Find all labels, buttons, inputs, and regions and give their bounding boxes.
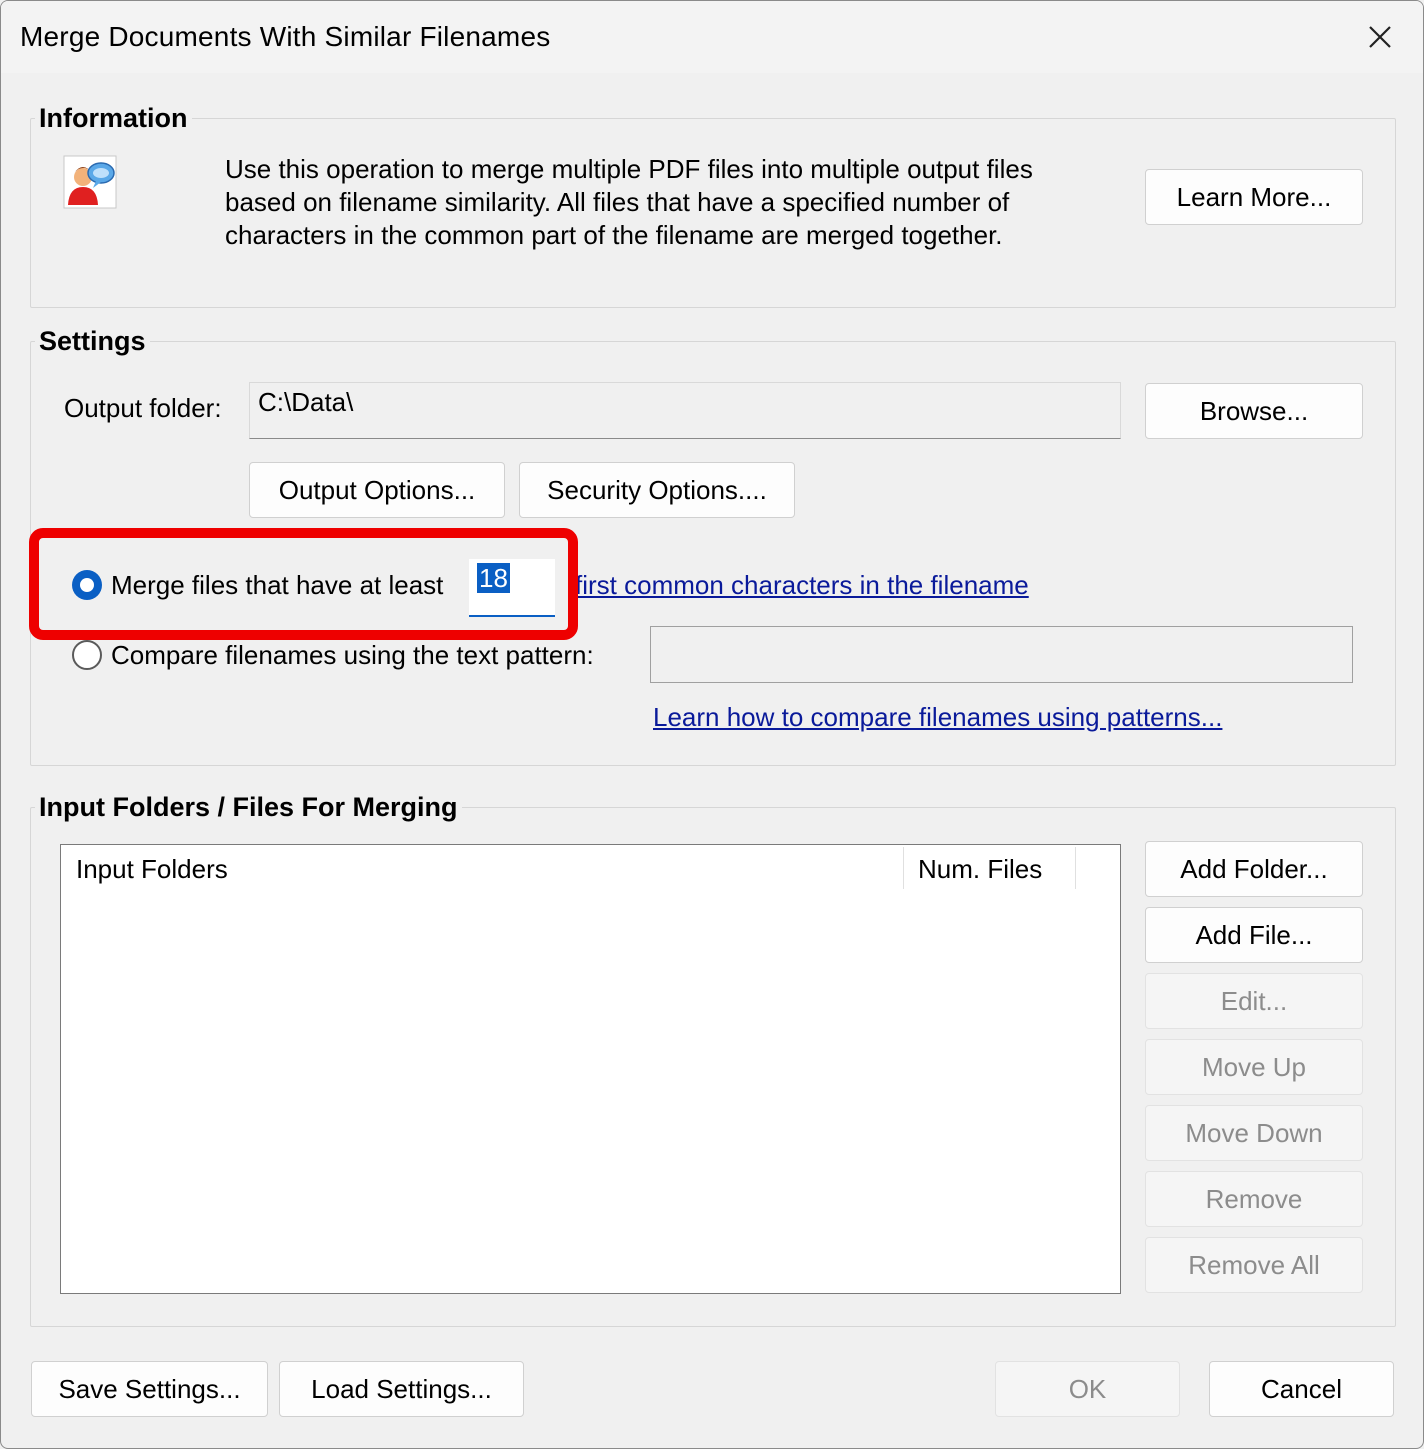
edit-button[interactable]: Edit...	[1145, 973, 1363, 1029]
input-folders-list[interactable]: Input Folders Num. Files	[60, 844, 1121, 1294]
window-title: Merge Documents With Similar Filenames	[20, 21, 551, 52]
pattern-radio-label[interactable]: Compare filenames using the text pattern…	[111, 640, 594, 671]
information-heading: Information	[35, 103, 192, 134]
info-line-1: Use this operation to merge multiple PDF…	[225, 154, 1033, 184]
column-divider	[903, 847, 904, 889]
output-folder-label: Output folder:	[64, 393, 222, 423]
output-options-button[interactable]: Output Options...	[249, 462, 505, 518]
merge-suffix-link[interactable]: first common characters in the filename	[575, 570, 1029, 601]
merge-dialog: Merge Documents With Similar Filenames I…	[0, 0, 1424, 1449]
add-folder-button[interactable]: Add Folder...	[1145, 841, 1363, 897]
pattern-help-link[interactable]: Learn how to compare filenames using pat…	[653, 702, 1222, 733]
input-heading: Input Folders / Files For Merging	[35, 792, 462, 823]
close-icon	[1369, 26, 1391, 48]
info-line-2: based on filename similarity. All files …	[225, 187, 1010, 217]
save-settings-button[interactable]: Save Settings...	[31, 1361, 268, 1417]
browse-button[interactable]: Browse...	[1145, 383, 1363, 439]
move-up-button[interactable]: Move Up	[1145, 1039, 1363, 1095]
add-file-button[interactable]: Add File...	[1145, 907, 1363, 963]
column-header-num-files[interactable]: Num. Files	[918, 854, 1042, 885]
output-folder-field[interactable]: C:\Data\	[249, 382, 1121, 439]
security-options-button[interactable]: Security Options....	[519, 462, 795, 518]
ok-button[interactable]: OK	[995, 1361, 1180, 1417]
output-folder-value: C:\Data\	[258, 387, 354, 417]
pattern-input[interactable]	[650, 626, 1353, 683]
list-header: Input Folders Num. Files	[61, 845, 1120, 891]
info-line-3: characters in the common part of the fil…	[225, 220, 1003, 250]
learn-more-button[interactable]: Learn More...	[1145, 169, 1363, 225]
pattern-radio[interactable]	[72, 640, 102, 670]
remove-all-button[interactable]: Remove All	[1145, 1237, 1363, 1293]
remove-button[interactable]: Remove	[1145, 1171, 1363, 1227]
title-bar: Merge Documents With Similar Filenames	[1, 1, 1423, 73]
cancel-button[interactable]: Cancel	[1209, 1361, 1394, 1417]
close-button[interactable]	[1353, 15, 1407, 59]
highlight-annotation	[29, 528, 578, 640]
column-header-input-folders[interactable]: Input Folders	[76, 854, 228, 885]
load-settings-button[interactable]: Load Settings...	[279, 1361, 524, 1417]
user-help-icon	[63, 155, 117, 209]
move-down-button[interactable]: Move Down	[1145, 1105, 1363, 1161]
settings-heading: Settings	[35, 326, 150, 357]
column-divider	[1075, 847, 1076, 889]
